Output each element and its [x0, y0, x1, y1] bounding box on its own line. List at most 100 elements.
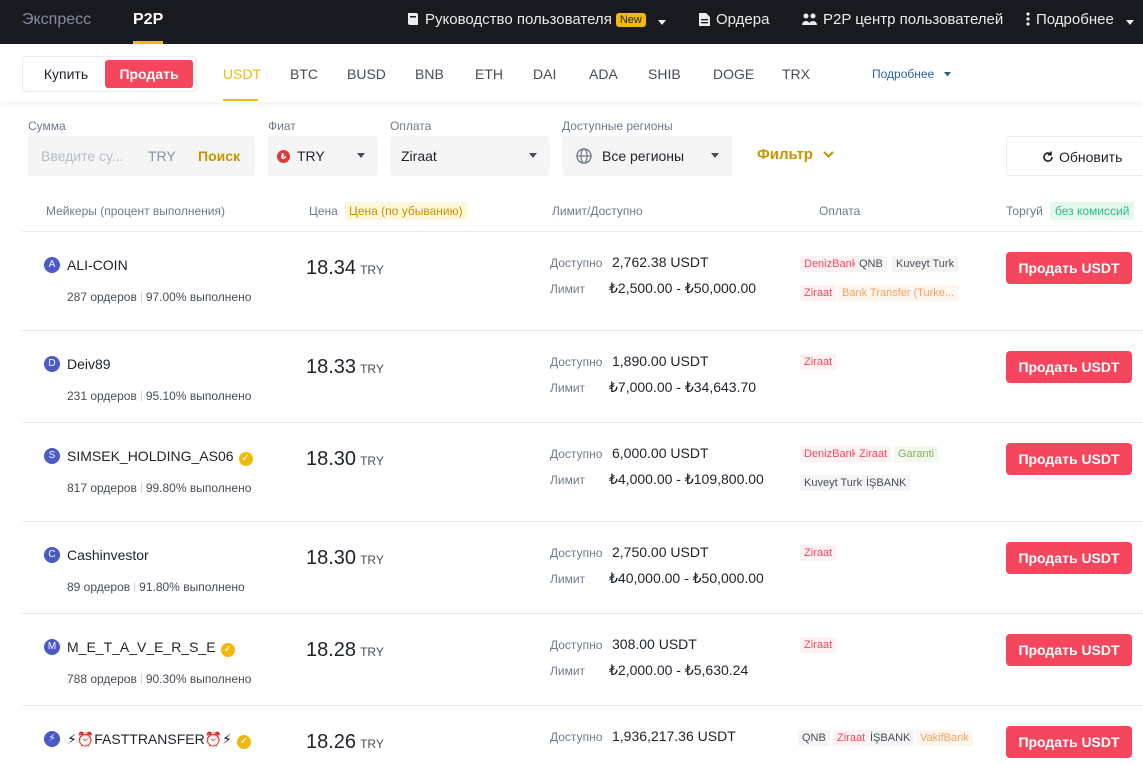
asset-tab-dai[interactable]: DAI — [533, 66, 556, 82]
table-row: D Deiv89 231 ордеров 95.10% выполнено 18.33 T… — [22, 330, 1143, 422]
orders-link[interactable]: Ордера — [699, 11, 769, 28]
asset-tab-doge[interactable]: DOGE — [713, 66, 754, 82]
refresh-button[interactable]: Обновить — [1006, 136, 1143, 176]
completion-rate: 95.10% выполнено — [145, 389, 252, 403]
more-label: Подробнее — [1036, 11, 1114, 28]
available-value: 1,936,217.36 USDT — [612, 728, 736, 744]
merchant-name[interactable]: SIMSEK_HOLDING_AS06 ✓ — [67, 448, 253, 466]
offer-price: 18.30 TRY — [306, 448, 384, 471]
more-menu[interactable]: Подробнее — [1026, 11, 1134, 28]
document-icon — [699, 13, 710, 26]
price-value: 18.26 — [306, 731, 357, 753]
order-count: 89 ордеров — [67, 580, 131, 594]
sell-usdt-button[interactable]: Продать USDT — [1006, 726, 1132, 758]
top-navigation-bar: Экспресс P2P Руководство пользователя New… — [0, 0, 1143, 44]
available-label: Доступно — [550, 355, 603, 369]
asset-tab-ada[interactable]: ADA — [589, 66, 618, 82]
tab-express[interactable]: Экспресс — [22, 11, 91, 29]
caret-down-icon — [529, 153, 537, 158]
sell-usdt-button[interactable]: Продать USDT — [1006, 443, 1132, 475]
sell-usdt-button[interactable]: Продать USDT — [1006, 351, 1132, 383]
available-value: 1,890.00 USDT — [612, 353, 709, 369]
available-value: 2,750.00 USDT — [612, 544, 709, 560]
merchant-stats: 231 ордеров 95.10% выполнено — [67, 389, 251, 403]
available-value: 2,762.38 USDT — [612, 254, 709, 270]
asset-tab-btc[interactable]: BTC — [290, 66, 318, 82]
price-value: 18.34 — [306, 257, 357, 279]
chevron-down-icon — [823, 151, 834, 158]
merchant-avatar: M — [44, 639, 60, 655]
user-guide-menu[interactable]: Руководство пользователя New — [407, 11, 666, 28]
asset-tab-busd[interactable]: BUSD — [347, 66, 386, 82]
merchant-name[interactable]: ⚡⏰FASTTRANSFER⏰⚡ ✓ — [67, 731, 251, 749]
lira-icon: ₺ — [277, 150, 290, 163]
merchant-name[interactable]: M_E_T_A_V_E_R_S_E ✓ — [67, 639, 235, 657]
payment-method-tag: Ziraat — [833, 730, 870, 746]
limit-value: ₺4,000.00 - ₺109,800.00 — [609, 471, 764, 487]
asset-tab-bnb[interactable]: BNB — [415, 66, 444, 82]
asset-tab-usdt[interactable]: USDT — [223, 66, 261, 82]
payment-select[interactable]: Ziraat — [390, 136, 550, 176]
limit-label: Лимит — [550, 282, 586, 296]
limit-label: Лимит — [550, 572, 586, 586]
more-assets-dropdown[interactable]: Подробнее — [872, 67, 951, 81]
merchant-avatar: D — [44, 356, 60, 372]
available-label: Доступно — [550, 638, 603, 652]
available-label: Доступно — [550, 546, 603, 560]
limit-value: ₺2,500.00 - ₺50,000.00 — [609, 280, 757, 296]
merchant-stats: 287 ордеров 97.00% выполнено — [67, 290, 251, 304]
merchant-avatar: ⚡ — [44, 731, 60, 747]
price-currency: TRY — [360, 362, 384, 376]
sell-toggle-button[interactable]: Продать — [105, 60, 193, 88]
fiat-select[interactable]: ₺ TRY — [268, 136, 378, 176]
amount-field[interactable]: Введите су... TRY Поиск — [28, 136, 255, 176]
caret-down-icon — [658, 20, 666, 25]
p2p-user-center-link[interactable]: P2P центр пользователей — [802, 11, 1003, 28]
buy-toggle-button[interactable]: Купить — [29, 61, 103, 87]
column-header-price: Цена — [309, 204, 338, 218]
asset-tab-eth[interactable]: ETH — [475, 66, 503, 82]
filter-button[interactable]: Фильтр — [757, 146, 834, 163]
limit-label: Лимит — [550, 664, 586, 678]
merchant-stats: 817 ордеров 99.80% выполнено — [67, 481, 251, 495]
payment-method-tag: QNB — [798, 730, 830, 746]
payment-method-tag: Kuveyt Turk — [892, 256, 959, 272]
caret-down-icon — [357, 153, 365, 158]
price-sort-badge[interactable]: Цена (по убыванию) — [345, 202, 467, 220]
globe-icon — [576, 148, 592, 164]
order-count: 287 ордеров — [67, 290, 137, 304]
completion-rate: 90.30% выполнено — [145, 672, 252, 686]
sell-usdt-button[interactable]: Продать USDT — [1006, 252, 1132, 284]
verified-check-icon: ✓ — [220, 643, 235, 657]
merchant-avatar: A — [44, 257, 60, 273]
order-count: 788 ордеров — [67, 672, 137, 686]
available-value: 308.00 USDT — [612, 636, 697, 652]
merchant-name-text: ⚡⏰FASTTRANSFER⏰⚡ — [67, 731, 232, 747]
asset-tab-trx[interactable]: TRX — [782, 66, 810, 82]
tab-p2p[interactable]: P2P — [133, 11, 163, 29]
merchant-name-text: ALI-COIN — [67, 257, 128, 273]
search-button[interactable]: Поиск — [198, 148, 240, 164]
regions-select[interactable]: Все регионы — [562, 136, 732, 176]
orders-label: Ордера — [716, 11, 770, 28]
sell-usdt-button[interactable]: Продать USDT — [1006, 542, 1132, 574]
merchant-name[interactable]: ALI-COIN — [67, 257, 128, 273]
payment-method-tag: Ziraat — [800, 545, 837, 561]
table-row: A ALI-COIN 287 ордеров 97.00% выполнено 18.3… — [22, 231, 1143, 330]
verified-check-icon: ✓ — [236, 735, 251, 749]
sell-usdt-button[interactable]: Продать USDT — [1006, 634, 1132, 666]
new-badge: New — [615, 13, 646, 27]
merchant-name[interactable]: Cashinvestor — [67, 547, 149, 563]
available-label: Доступно — [550, 256, 603, 270]
payment-method-tag: Bank Transfer (Turke... — [838, 285, 959, 301]
vertical-dots-icon — [1026, 12, 1030, 26]
merchant-stats: 788 ордеров 90.30% выполнено — [67, 672, 251, 686]
refresh-label: Обновить — [1059, 149, 1123, 165]
table-row: M M_E_T_A_V_E_R_S_E ✓ 788 ордеров 90.30% вып… — [22, 613, 1143, 705]
asset-tab-shib[interactable]: SHIB — [648, 66, 681, 82]
available-label: Доступно — [550, 730, 603, 744]
payment-method-tag: DenizBank — [800, 446, 862, 462]
merchant-name[interactable]: Deiv89 — [67, 356, 111, 372]
completion-rate: 91.80% выполнено — [139, 580, 245, 594]
filter-label: Фильтр — [757, 146, 813, 163]
